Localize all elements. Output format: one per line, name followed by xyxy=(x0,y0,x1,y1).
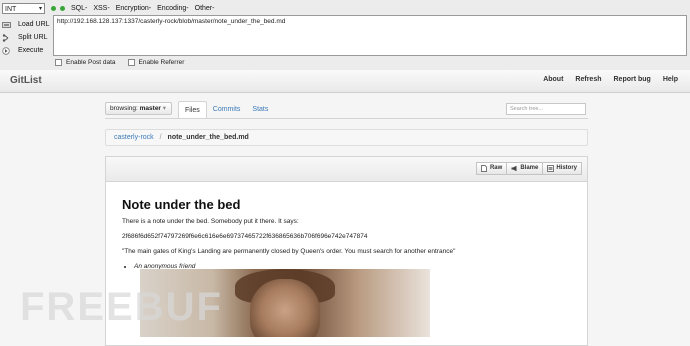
hackbar-panel: INT ▾ SQL- XSS- Encryption- Encoding- Ot… xyxy=(0,0,690,71)
nav-about[interactable]: About xyxy=(543,76,563,83)
hackbar-url-field[interactable]: http://192.168.128.137:1337/casterly-roc… xyxy=(53,15,687,56)
hackbar-toolbar: INT ▾ SQL- XSS- Encryption- Encoding- Ot… xyxy=(0,2,220,15)
hackbar-options: Enable Post data Enable Referrer xyxy=(55,59,196,66)
tab-commits[interactable]: Commits xyxy=(207,101,247,118)
hackbar-actions: Load URL Split URL Execute xyxy=(2,18,50,57)
breadcrumb-separator: / xyxy=(159,134,162,141)
breadcrumb-repo-link[interactable]: casterly-rock xyxy=(114,134,154,141)
breadcrumb-file: note_under_the_bed.md xyxy=(167,134,249,141)
tabs-divider xyxy=(105,118,588,119)
menu-sql[interactable]: SQL- xyxy=(71,5,87,12)
doc-hex-string: 2f686f6d652f74797269f6e6c616e6e697374657… xyxy=(122,233,368,240)
menu-encryption[interactable]: Encryption- xyxy=(116,5,151,12)
file-toolbar: Raw Blame History xyxy=(106,157,587,182)
checkbox-icon[interactable] xyxy=(127,59,135,66)
raw-button[interactable]: Raw xyxy=(475,162,508,175)
execute-button[interactable]: Execute xyxy=(2,44,50,57)
split-url-button[interactable]: Split URL xyxy=(2,31,50,44)
nav-help[interactable]: Help xyxy=(663,76,678,83)
nav-report-bug[interactable]: Report bug xyxy=(614,76,651,83)
breadcrumb: casterly-rock / note_under_the_bed.md xyxy=(105,129,588,146)
split-url-icon xyxy=(2,33,11,42)
branch-dropdown[interactable]: browsing: master ▾ xyxy=(105,102,172,115)
load-url-icon xyxy=(2,21,11,29)
blame-button[interactable]: Blame xyxy=(507,162,544,175)
freebuf-watermark: FREEBUF xyxy=(20,285,223,329)
doc-quote: "The main gates of King's Landing are pe… xyxy=(122,248,456,255)
menu-other[interactable]: Other- xyxy=(195,5,215,12)
nav-refresh[interactable]: Refresh xyxy=(575,76,601,83)
enable-post-data-label: Enable Post data xyxy=(66,59,116,66)
checkbox-icon[interactable] xyxy=(55,59,62,66)
search-tree-input[interactable]: Search tree... xyxy=(506,103,586,115)
green-dot-icon[interactable] xyxy=(60,6,65,11)
top-navbar: GitList About Refresh Report bug Help xyxy=(0,70,690,93)
execute-icon xyxy=(2,46,11,55)
green-dot-icon[interactable] xyxy=(51,6,56,11)
chevron-down-icon: ▾ xyxy=(38,6,42,12)
history-button[interactable]: History xyxy=(543,162,582,175)
file-button-group: Raw Blame History xyxy=(475,162,582,175)
tab-files[interactable]: Files xyxy=(178,101,207,118)
hackbar-type-value: INT xyxy=(5,6,17,13)
file-icon xyxy=(481,165,487,172)
enable-referrer-label: Enable Referrer xyxy=(138,59,185,66)
list-icon xyxy=(547,165,555,172)
chevron-down-icon: ▾ xyxy=(162,105,167,112)
doc-title: Note under the bed xyxy=(122,197,241,212)
branch-label: browsing: xyxy=(110,105,138,112)
repo-tabs: Files Commits Stats xyxy=(178,101,274,118)
image-face-shape xyxy=(250,279,320,337)
enable-referrer-checkbox[interactable]: Enable Referrer xyxy=(127,59,185,66)
doc-paragraph: There is a note under the bed. Somebody … xyxy=(122,218,299,225)
menu-encoding[interactable]: Encoding- xyxy=(157,5,189,12)
nav-links: About Refresh Report bug Help xyxy=(531,76,678,83)
gitlist-logo[interactable]: GitList xyxy=(10,75,42,86)
hackbar-menu: SQL- XSS- Encryption- Encoding- Other- xyxy=(71,5,220,12)
load-url-button[interactable]: Load URL xyxy=(2,18,50,31)
tab-stats[interactable]: Stats xyxy=(246,101,274,118)
megaphone-icon xyxy=(511,165,517,172)
menu-xss[interactable]: XSS- xyxy=(93,5,109,12)
enable-post-data-checkbox[interactable]: Enable Post data xyxy=(55,59,116,66)
branch-name: master xyxy=(139,105,161,112)
markdown-content: Note under the bed There is a note under… xyxy=(122,197,582,270)
hackbar-type-select[interactable]: INT ▾ xyxy=(2,3,45,14)
